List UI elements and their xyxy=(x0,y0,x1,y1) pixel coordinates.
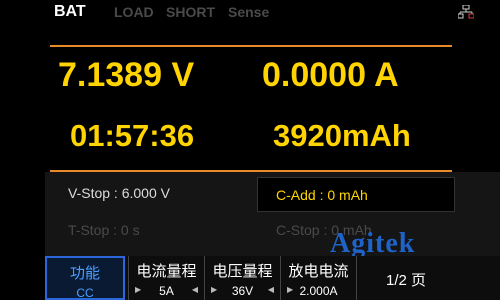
tab-bat[interactable]: BAT xyxy=(54,3,86,21)
current-readout: 0.0000 A xyxy=(262,56,399,94)
network-icon xyxy=(458,5,474,19)
softkey-label: 放电电流 xyxy=(288,263,349,280)
screen: BAT LOAD SHORT Sense 7.1389 V 0.0000 A 0… xyxy=(0,0,500,300)
c-add-value: C-Add : 0 mAh xyxy=(276,187,368,203)
tab-load[interactable]: LOAD xyxy=(114,4,154,20)
softkey-value: 2.000A xyxy=(299,284,338,298)
tab-short[interactable]: SHORT xyxy=(166,4,215,20)
softkey-value: CC xyxy=(76,286,94,300)
softkey-label: 电流量程 xyxy=(136,263,197,280)
arrow-left-icon: ◀ xyxy=(267,285,274,294)
softkey-function[interactable]: 功能 CC xyxy=(45,256,125,300)
voltage-readout: 7.1389 V xyxy=(58,56,195,94)
softkey-label: 功能 xyxy=(69,265,100,282)
mode-tab-bar: BAT LOAD SHORT Sense xyxy=(0,0,500,24)
arrow-left-icon: ◀ xyxy=(191,285,198,294)
c-add-field[interactable]: C-Add : 0 mAh xyxy=(257,177,455,212)
softkey-discharge-current[interactable]: 放电电流 ▶ 2.000A xyxy=(280,256,356,300)
top-divider xyxy=(50,45,452,47)
v-stop-field[interactable]: V-Stop : 6.000 V xyxy=(68,185,170,201)
softkey-voltage-range[interactable]: 电压量程 ▶ 36V ◀ xyxy=(204,256,280,300)
tab-sense[interactable]: Sense xyxy=(228,4,269,20)
softkey-label: 1/2 页 xyxy=(385,272,427,289)
elapsed-time-readout: 01:57:36 xyxy=(70,118,195,153)
softkey-label: 电压量程 xyxy=(212,263,273,280)
t-stop-field[interactable]: T-Stop : 0 s xyxy=(68,222,140,238)
softkey-page[interactable]: 1/2 页 xyxy=(356,256,455,300)
capacity-readout: 3920mAh xyxy=(273,118,411,153)
softkey-current-range[interactable]: 电流量程 ▶ 5A ◀ xyxy=(128,256,204,300)
bottom-divider xyxy=(50,170,452,172)
